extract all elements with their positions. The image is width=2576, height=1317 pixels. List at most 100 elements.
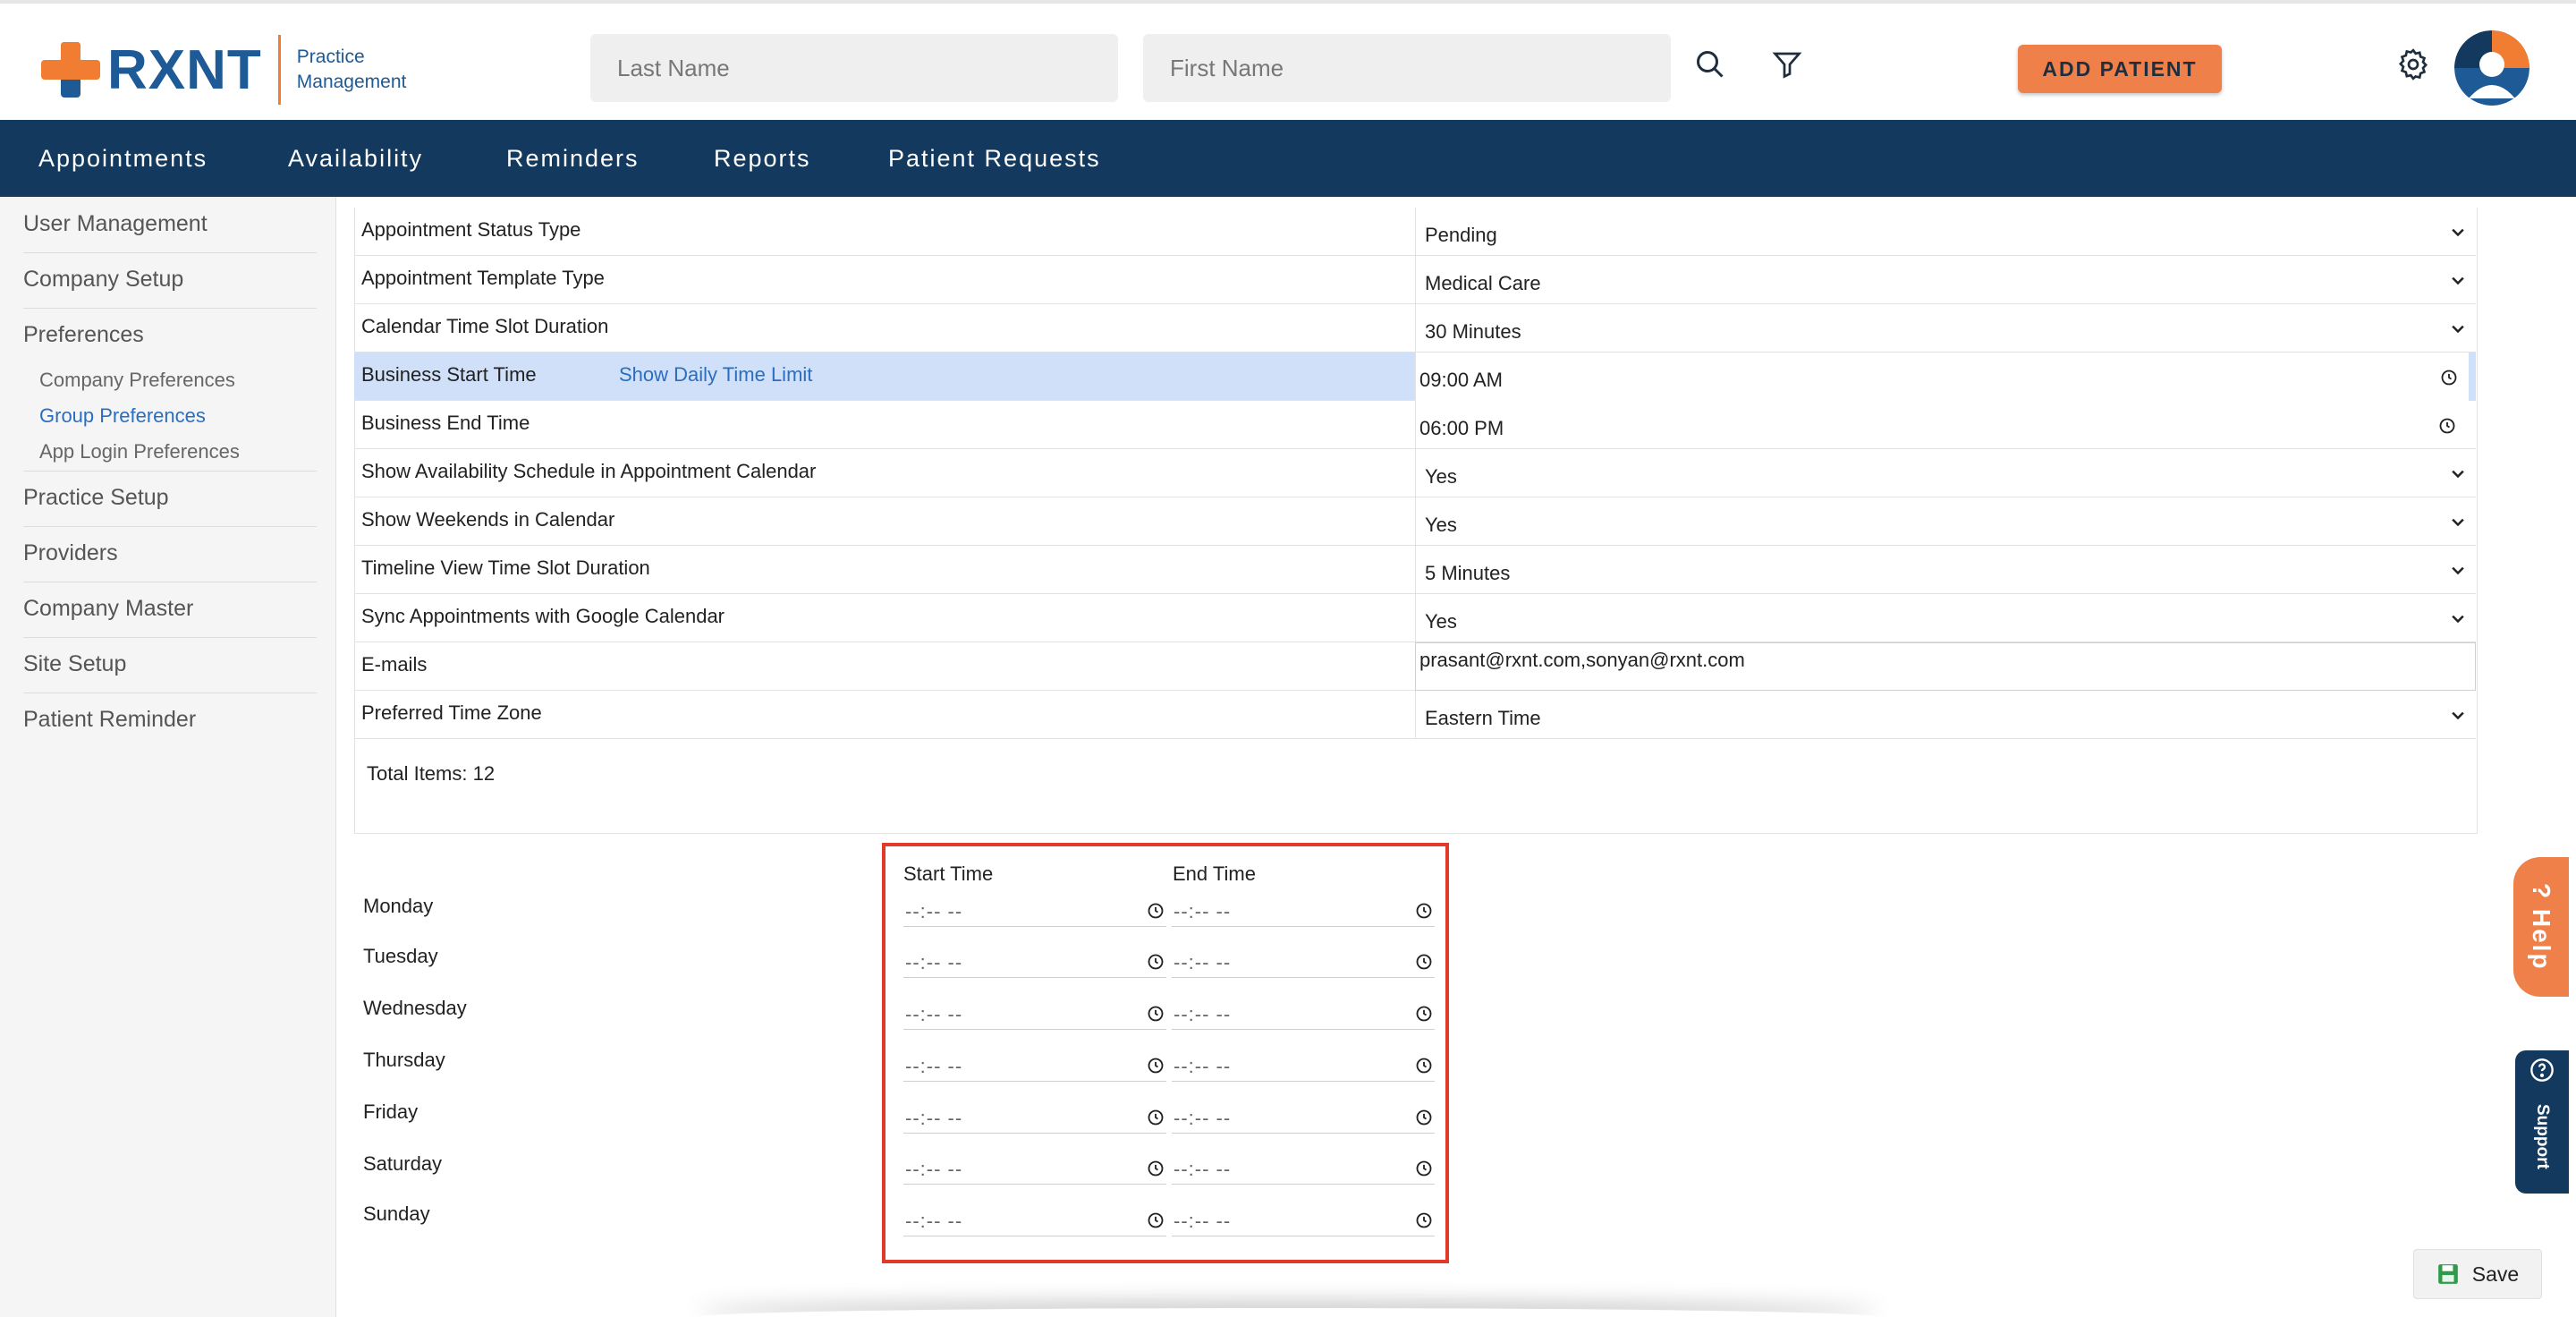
clock-icon[interactable]	[1415, 1109, 1433, 1126]
support-tab[interactable]: Support	[2515, 1050, 2569, 1194]
save-button[interactable]: Save	[2413, 1249, 2542, 1299]
add-patient-button[interactable]: ADD PATIENT	[2018, 45, 2222, 93]
day-label-tuesday: Tuesday	[363, 945, 438, 967]
tuesday-start-time-input[interactable]: --:-- --	[903, 946, 1166, 978]
bottom-shadow	[698, 1308, 1878, 1317]
nav-reports[interactable]: Reports	[714, 145, 811, 173]
sidebar-item-practice-setup[interactable]: Practice Setup	[23, 485, 169, 511]
sidebar-sub-group-preferences[interactable]: Group Preferences	[39, 404, 206, 428]
pref-value: Yes	[1425, 610, 1457, 633]
table-row: Show Availability Schedule in Appointmen…	[354, 449, 2476, 497]
sidebar-item-user-management[interactable]: User Management	[23, 211, 208, 237]
appointment-template-select[interactable]: Medical Care	[1415, 256, 2476, 304]
first-name-input[interactable]	[1143, 34, 1671, 102]
thursday-start-time-input[interactable]: --:-- --	[903, 1049, 1166, 1082]
clock-icon[interactable]	[1147, 1109, 1165, 1126]
save-icon	[2437, 1264, 2458, 1284]
clock-icon[interactable]	[1147, 1160, 1165, 1177]
last-name-input[interactable]	[590, 34, 1118, 102]
gear-icon[interactable]	[2394, 45, 2433, 84]
sunday-start-time-input[interactable]: --:-- --	[903, 1204, 1166, 1236]
clock-icon[interactable]	[1147, 1005, 1165, 1023]
google-sync-select[interactable]: Yes	[1415, 594, 2476, 642]
nav-availability[interactable]: Availability	[288, 145, 423, 173]
clock-icon[interactable]	[1415, 1160, 1433, 1177]
timeline-slot-duration-select[interactable]: 5 Minutes	[1415, 546, 2476, 594]
clock-icon[interactable]	[1415, 1005, 1433, 1023]
nav-reminders[interactable]: Reminders	[506, 145, 640, 173]
pref-label: Business End Time	[361, 412, 530, 434]
user-avatar[interactable]	[2454, 30, 2529, 106]
sidebar-item-site-setup[interactable]: Site Setup	[23, 651, 126, 677]
question-circle-icon	[2530, 1058, 2554, 1082]
sidebar-sub-app-login-preferences[interactable]: App Login Preferences	[39, 440, 240, 463]
pref-label: Show Weekends in Calendar	[361, 508, 615, 531]
pref-value: Yes	[1425, 465, 1457, 488]
filter-icon[interactable]	[1767, 45, 1807, 84]
sidebar-item-company-master[interactable]: Company Master	[23, 596, 193, 622]
clock-icon[interactable]	[1147, 1057, 1165, 1075]
sidebar-sub-company-preferences[interactable]: Company Preferences	[39, 369, 235, 392]
clock-icon[interactable]	[1415, 902, 1433, 920]
sidebar-item-preferences[interactable]: Preferences	[23, 322, 144, 348]
nav-appointments[interactable]: Appointments	[38, 145, 208, 173]
sidebar-item-providers[interactable]: Providers	[23, 540, 118, 566]
nav-patient-requests[interactable]: Patient Requests	[888, 145, 1101, 173]
sidebar-divider	[23, 471, 317, 472]
weekly-time-box: Start Time End Time --:-- -- --:-- -- --…	[882, 843, 1449, 1263]
clock-icon[interactable]	[2438, 417, 2456, 435]
logo-divider	[277, 35, 281, 105]
show-weekends-select[interactable]: Yes	[1415, 497, 2476, 546]
monday-end-time-input[interactable]: --:-- --	[1172, 895, 1435, 927]
saturday-start-time-input[interactable]: --:-- --	[903, 1152, 1166, 1185]
help-tab[interactable]: ? Help	[2513, 857, 2569, 997]
business-start-time-input[interactable]: 09:00 AM	[1415, 353, 2476, 401]
monday-start-time-input[interactable]: --:-- --	[903, 895, 1166, 927]
start-time-header: Start Time	[903, 862, 994, 885]
wednesday-end-time-input[interactable]: --:-- --	[1172, 998, 1435, 1030]
pref-label: Preferred Time Zone	[361, 701, 542, 724]
sidebar-divider	[23, 637, 317, 638]
friday-end-time-input[interactable]: --:-- --	[1172, 1101, 1435, 1134]
clock-icon[interactable]	[1415, 953, 1433, 971]
day-label-saturday: Saturday	[363, 1152, 443, 1175]
clock-icon[interactable]	[1147, 1211, 1165, 1229]
pref-label: E-mails	[361, 653, 428, 675]
rxnt-logo[interactable]: RXNT Practice Management	[41, 34, 406, 106]
clock-icon[interactable]	[1415, 1211, 1433, 1229]
show-daily-time-limit-link[interactable]: Show Daily Time Limit	[619, 363, 812, 387]
clock-icon[interactable]	[1147, 902, 1165, 920]
pref-value: prasant@rxnt.com,sonyan@rxnt.com	[1419, 649, 1745, 671]
clock-icon[interactable]	[2440, 369, 2458, 387]
appointment-status-select[interactable]: Pending	[1415, 208, 2476, 256]
emails-input[interactable]: prasant@rxnt.com,sonyan@rxnt.com	[1415, 642, 2476, 691]
chevron-down-icon	[2452, 615, 2464, 624]
search-icon[interactable]	[1690, 45, 1730, 84]
table-row: Sync Appointments with Google Calendar Y…	[354, 594, 2476, 642]
day-label-thursday: Thursday	[363, 1049, 445, 1071]
brand-subtitle: Practice Management	[296, 47, 407, 92]
thursday-end-time-input[interactable]: --:-- --	[1172, 1049, 1435, 1082]
wednesday-start-time-input[interactable]: --:-- --	[903, 998, 1166, 1030]
pref-label: Appointment Template Type	[361, 267, 605, 289]
brand-name: RXNT	[107, 38, 262, 101]
clock-icon[interactable]	[1147, 953, 1165, 971]
support-label: Support	[2533, 1103, 2552, 1169]
tuesday-end-time-input[interactable]: --:-- --	[1172, 946, 1435, 978]
chevron-down-icon	[2452, 711, 2464, 720]
pref-label: Calendar Time Slot Duration	[361, 315, 609, 337]
calendar-slot-duration-select[interactable]: 30 Minutes	[1415, 304, 2476, 353]
save-label: Save	[2471, 1262, 2520, 1286]
clock-icon[interactable]	[1415, 1057, 1433, 1075]
pref-value: Yes	[1425, 514, 1457, 536]
total-items: Total Items: 12	[367, 762, 496, 785]
time-zone-select[interactable]: Eastern Time	[1415, 691, 2476, 739]
friday-start-time-input[interactable]: --:-- --	[903, 1101, 1166, 1134]
saturday-end-time-input[interactable]: --:-- --	[1172, 1152, 1435, 1185]
business-end-time-input[interactable]: 06:00 PM	[1415, 401, 2476, 449]
show-availability-select[interactable]: Yes	[1415, 449, 2476, 497]
sunday-end-time-input[interactable]: --:-- --	[1172, 1204, 1435, 1236]
sidebar-item-patient-reminder[interactable]: Patient Reminder	[23, 707, 196, 733]
table-row: Appointment Template Type Medical Care	[354, 256, 2476, 304]
sidebar-item-company-setup[interactable]: Company Setup	[23, 267, 183, 293]
